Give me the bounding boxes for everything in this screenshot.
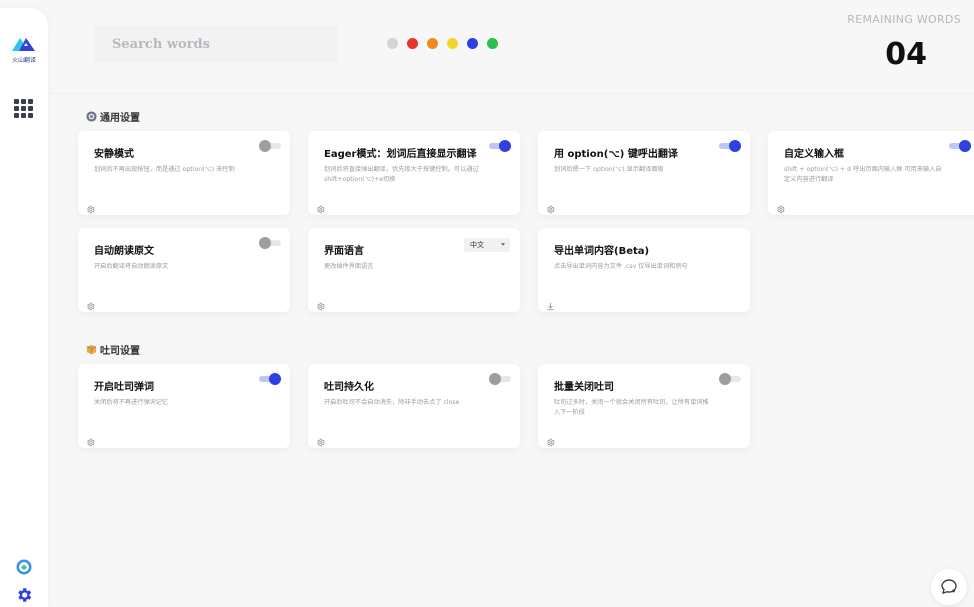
language-select-value: 中文 (470, 241, 484, 249)
setting-title: 安静模式 (94, 149, 134, 160)
setting-title: 导出单词内容(Beta) (554, 246, 650, 257)
setting-title: 开启吐司弹词 (94, 382, 154, 393)
sidebar: 火山翻译 (0, 8, 48, 607)
color-dot[interactable] (467, 38, 478, 49)
setting-toggle[interactable] (259, 237, 281, 249)
setting-card: 吐司持久化开启后吐司不会自动消失，除非手动去点了 close (308, 364, 520, 448)
gear-icon[interactable] (546, 199, 555, 214)
setting-title: Eager模式：划词后直接显示翻译 (324, 149, 477, 160)
chevron-down-icon (501, 243, 505, 246)
setting-card: 自动朗读原文开启后翻译将自动朗读原文 (78, 228, 290, 312)
gear-icon[interactable] (86, 296, 95, 311)
setting-card: 安静模式划词后不再出现按钮，而是通过 option(⌥) 来控制 (78, 131, 290, 215)
apps-grid-button[interactable] (14, 99, 34, 119)
header-divider (48, 93, 974, 94)
setting-toggle[interactable] (949, 140, 971, 152)
toggle-knob (259, 237, 271, 249)
toggle-knob (269, 373, 281, 385)
setting-description: 关闭后将不再进行弹词记忆 (94, 399, 169, 406)
setting-description: 更改插件界面语言 (324, 263, 374, 270)
gear-icon[interactable] (86, 432, 95, 447)
toggle-knob (959, 140, 971, 152)
search-input[interactable] (94, 26, 338, 62)
setting-card: Eager模式：划词后直接显示翻译划词后将直接弹出翻译，优先级大于按键控制。可以… (308, 131, 520, 215)
gear-icon[interactable] (316, 296, 325, 311)
setting-card: 开启吐司弹词关闭后将不再进行弹词记忆 (78, 364, 290, 448)
setting-toggle[interactable] (719, 373, 741, 385)
toggle-knob (499, 140, 511, 152)
avatar[interactable] (16, 559, 32, 575)
toggle-knob (729, 140, 741, 152)
color-dot[interactable] (387, 38, 398, 49)
setting-description: 开启后吐司不会自动消失，除非手动去点了 close (324, 399, 460, 406)
gear-icon[interactable] (776, 199, 785, 214)
setting-description: 划词后不再出现按钮，而是通过 option(⌥) 来控制 (94, 166, 235, 173)
setting-card: 用 option(⌥) 键呼出翻译划词后摁一下 option(⌥) 显示翻译面板 (538, 131, 750, 215)
feedback-chat-button[interactable] (931, 569, 967, 605)
setting-description: 吐司过多时，关闭一个就会关闭所有吐司，让所有单词推入下一阶段 (554, 399, 709, 416)
gear-icon[interactable] (316, 432, 325, 447)
settings-circle-icon (86, 111, 97, 122)
setting-description: 划词后摁一下 option(⌥) 显示翻译面板 (554, 166, 664, 173)
setting-card: 自定义输入框 shift + option(⌥) + d 呼出页面内输入框 可用来… (768, 131, 974, 215)
gear-icon[interactable] (86, 199, 95, 214)
setting-toggle[interactable] (259, 140, 281, 152)
app-logo[interactable]: 火山翻译 (9, 33, 39, 69)
app-root: 火山翻译 REMAINING WORDS 04 (0, 0, 974, 607)
setting-title: 批量关闭吐司 (554, 382, 614, 393)
setting-title: 自动朗读原文 (94, 246, 154, 257)
box-icon (86, 344, 97, 355)
color-dot[interactable] (487, 38, 498, 49)
avatar-icon (16, 559, 32, 575)
setting-description: 划词后将直接弹出翻译，优先级大于按键控制。可以通过 shift+option(⌥… (324, 166, 479, 183)
setting-description: 开启后翻译将自动朗读原文 (94, 263, 169, 270)
app-logo-icon (12, 38, 35, 51)
gear-icon[interactable] (546, 432, 555, 447)
section-title-text: 通用设置 (100, 113, 140, 124)
toggle-knob (719, 373, 731, 385)
setting-title: 吐司持久化 (324, 382, 374, 393)
settings-button[interactable] (15, 586, 33, 604)
setting-description: 点击导出单词内容为文件 .csv 仅导出单词和例句 (554, 263, 688, 270)
setting-title: 自定义输入框 (784, 149, 844, 160)
download-icon[interactable] (546, 296, 555, 311)
setting-toggle[interactable] (489, 140, 511, 152)
remaining-words-count: 04 (885, 37, 927, 72)
toggle-knob (259, 140, 271, 152)
setting-description: shift + option(⌥) + d 呼出页面内输入框 可用来输入自定义内… (784, 166, 942, 183)
toggle-knob (489, 373, 501, 385)
color-dot[interactable] (407, 38, 418, 49)
chat-bubble-icon (941, 579, 957, 594)
logo-text: 火山翻译 (11, 57, 36, 64)
setting-card: 界面语言更改插件界面语言 中文 (308, 228, 520, 312)
gear-icon[interactable] (316, 199, 325, 214)
color-dot[interactable] (447, 38, 458, 49)
section-title-text: 吐司设置 (100, 346, 140, 357)
setting-title: 界面语言 (324, 246, 364, 257)
setting-card: 批量关闭吐司吐司过多时，关闭一个就会关闭所有吐司，让所有单词推入下一阶段 (538, 364, 750, 448)
setting-card: 导出单词内容(Beta) 点击导出单词内容为文件 .csv 仅导出单词和例句 (538, 228, 750, 312)
gear-icon (18, 588, 32, 602)
language-select[interactable]: 中文 (464, 238, 510, 252)
setting-toggle[interactable] (719, 140, 741, 152)
section-title-toast: 吐司设置 (86, 342, 140, 357)
setting-toggle[interactable] (489, 373, 511, 385)
remaining-words-label: REMAINING WORDS (847, 13, 961, 26)
section-title-general: 通用设置 (86, 109, 140, 124)
color-dot[interactable] (427, 38, 438, 49)
setting-toggle[interactable] (259, 373, 281, 385)
setting-title: 用 option(⌥) 键呼出翻译 (554, 149, 678, 160)
